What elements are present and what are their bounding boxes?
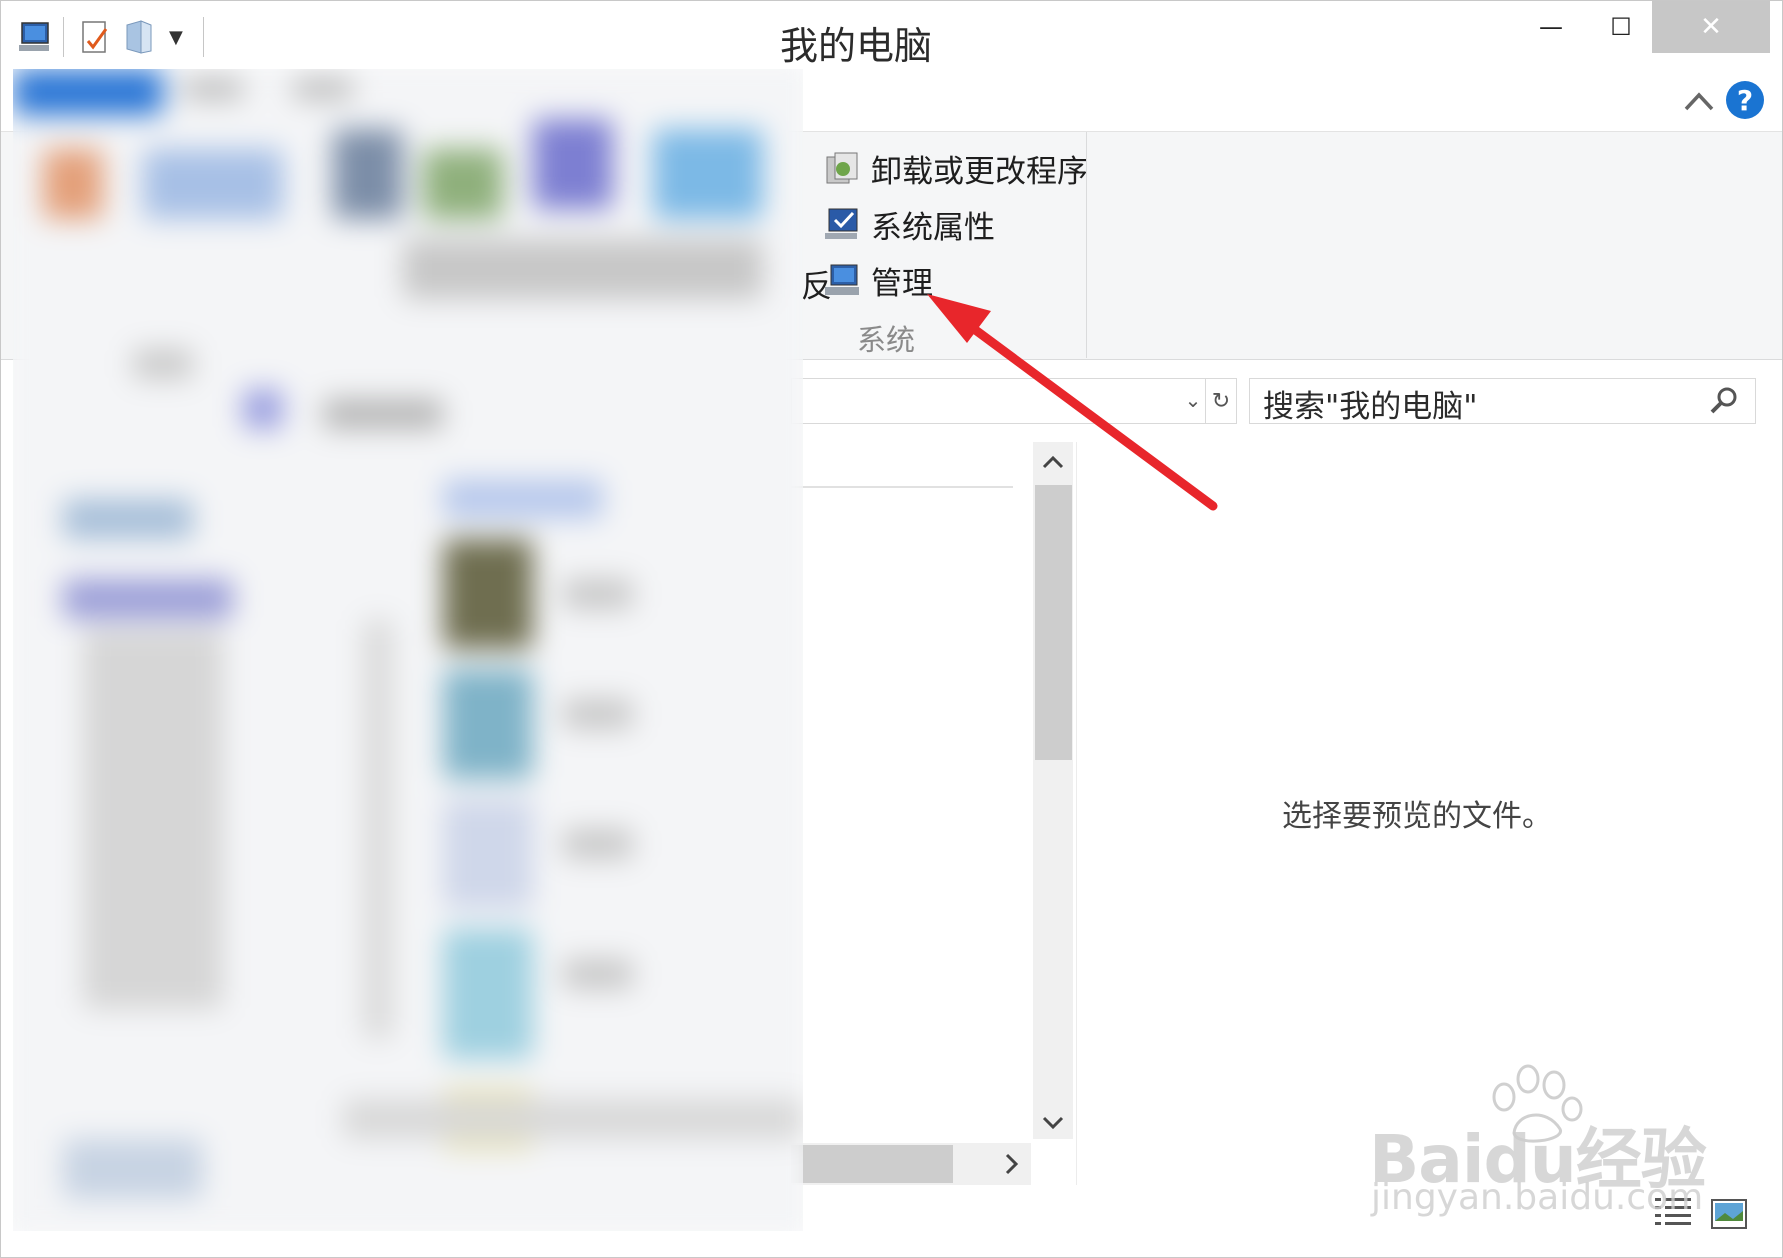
chevron-down-icon bbox=[1042, 1116, 1064, 1130]
search-icon[interactable] bbox=[1709, 385, 1739, 415]
title-bar: ▼ 我的电脑 — ☐ ✕ bbox=[1, 1, 1782, 71]
system-properties-button[interactable]: 系统属性 bbox=[823, 200, 995, 248]
uninstall-programs-icon bbox=[826, 152, 858, 184]
vertical-scroll-thumb[interactable] bbox=[1035, 485, 1072, 760]
chevron-right-icon bbox=[1005, 1153, 1019, 1175]
horizontal-scroll-thumb[interactable] bbox=[791, 1145, 953, 1183]
manage-label: 管理 bbox=[871, 265, 933, 302]
refresh-button[interactable]: ↻ bbox=[1205, 378, 1237, 424]
large-icons-view-icon[interactable] bbox=[1711, 1199, 1747, 1229]
close-button[interactable]: ✕ bbox=[1652, 1, 1770, 53]
ribbon-group-separator bbox=[1086, 132, 1087, 358]
manage-button[interactable]: 管理 bbox=[823, 256, 933, 304]
address-bar[interactable] bbox=[791, 378, 1235, 424]
maximize-button[interactable]: ☐ bbox=[1579, 1, 1663, 53]
search-placeholder: 搜索"我的电脑" bbox=[1263, 389, 1478, 425]
system-properties-icon bbox=[825, 208, 858, 239]
system-properties-label: 系统属性 bbox=[871, 209, 995, 246]
scroll-up-button[interactable] bbox=[1033, 442, 1073, 482]
scroll-down-button[interactable] bbox=[1033, 1103, 1073, 1143]
preview-pane-message: 选择要预览的文件。 bbox=[1282, 799, 1552, 834]
uninstall-programs-label: 卸载或更改程序 bbox=[871, 153, 1088, 190]
address-history-dropdown[interactable]: ⌄ bbox=[1181, 378, 1205, 422]
explorer-window: ▼ 我的电脑 — ☐ ✕ ? 反 卸载或更改程序 系统属性 管理 系统 ⌄ ↻ … bbox=[0, 0, 1783, 1258]
ribbon-group-label: 系统 bbox=[857, 323, 916, 357]
scroll-right-button[interactable] bbox=[991, 1143, 1033, 1185]
uninstall-programs-button[interactable]: 卸载或更改程序 bbox=[823, 144, 1088, 192]
computer-management-icon bbox=[825, 264, 859, 295]
column-header-divider bbox=[791, 486, 1013, 488]
watermark-url-text: jingyan.baidu.com bbox=[1371, 1177, 1704, 1218]
help-icon[interactable]: ? bbox=[1726, 81, 1764, 119]
chevron-up-icon bbox=[1042, 455, 1064, 469]
collapse-ribbon-icon[interactable] bbox=[1683, 87, 1715, 113]
window-title: 我的电脑 bbox=[779, 24, 932, 68]
blurred-navigation-and-file-area bbox=[13, 69, 803, 1231]
